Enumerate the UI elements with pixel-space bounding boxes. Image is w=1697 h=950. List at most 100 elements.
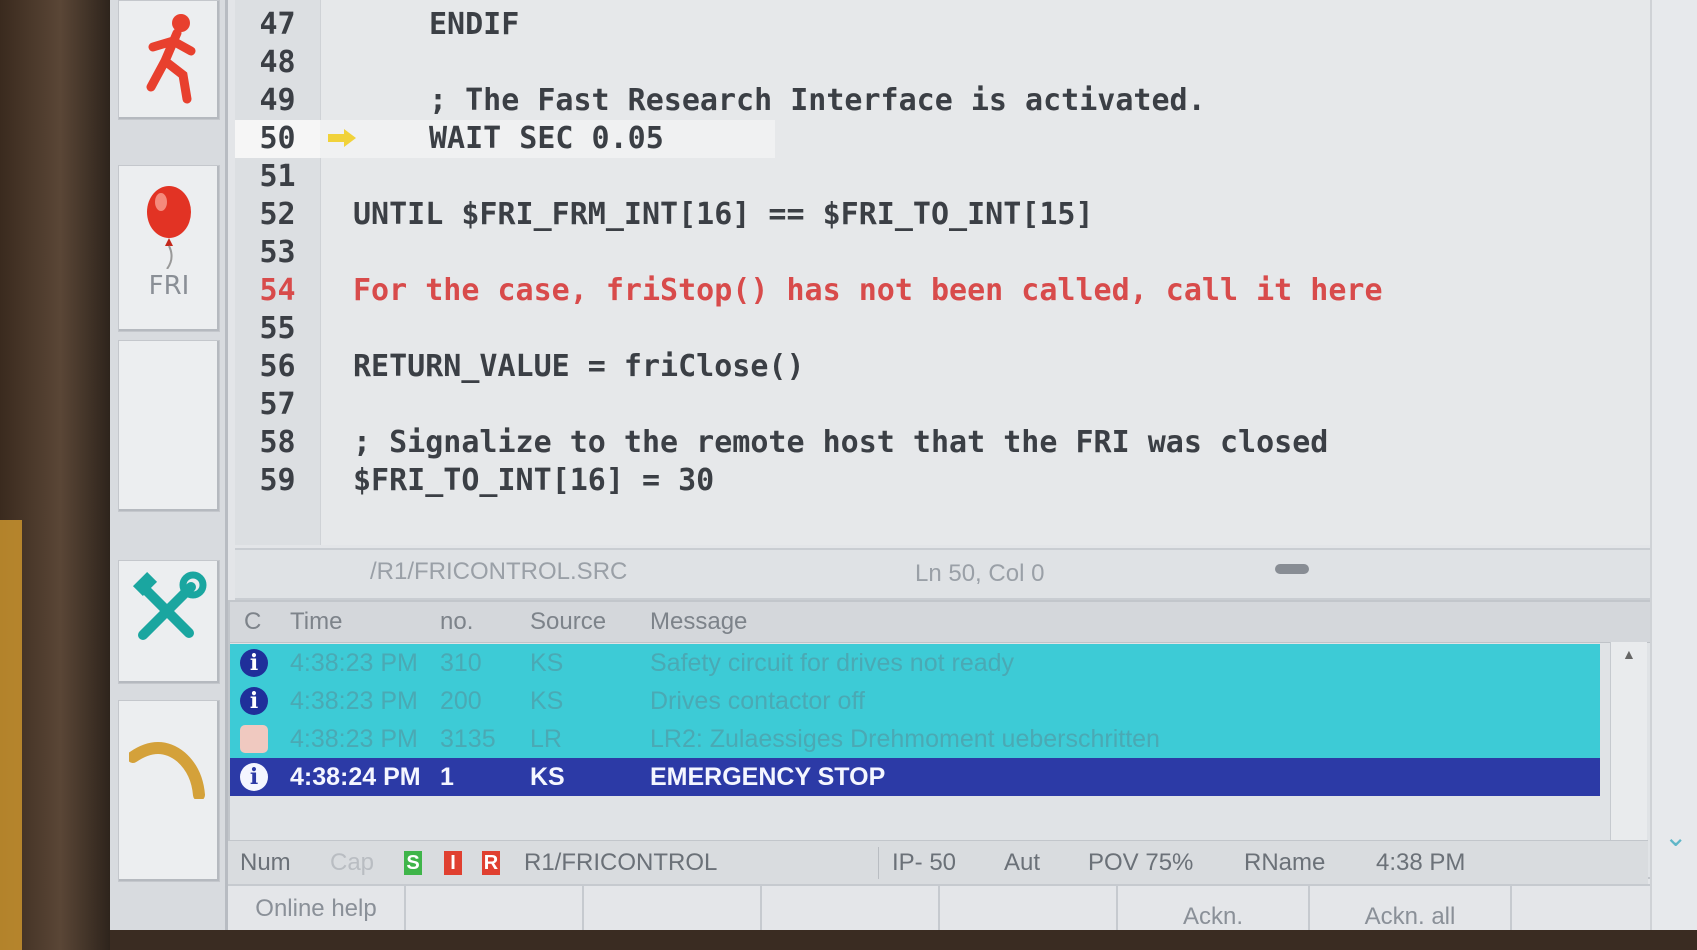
softkey-bar: Online help Ackn. Ackn. all	[228, 884, 1697, 930]
status-bar: Num Cap S I R R1/FRICONTROL IP- 50 Aut P…	[228, 840, 1648, 885]
program-editor[interactable]: 47 ENDIF 48 49 ; The Fast Research Interface…	[235, 0, 1681, 545]
message-time: 4:38:24 PM	[290, 763, 421, 791]
message-source: KS	[530, 649, 564, 677]
line-number: 56	[259, 349, 296, 384]
line-number: 59	[259, 463, 296, 498]
message-row[interactable]: i 4:38:24 PM 1 KS EMERGENCY STOP	[230, 758, 1600, 796]
chevron-down-icon[interactable]: ⌄	[1664, 820, 1687, 853]
separator	[878, 847, 879, 879]
message-source: KS	[530, 687, 564, 715]
message-time: 4:38:23 PM	[290, 649, 418, 677]
softkey-2[interactable]	[406, 886, 584, 930]
code-line[interactable]: 51	[235, 158, 1675, 196]
col-source: Source	[530, 608, 607, 635]
message-source: KS	[530, 763, 565, 791]
col-c: C	[244, 608, 262, 635]
softkey-4[interactable]	[762, 886, 940, 930]
line-number: 52	[259, 197, 296, 232]
override-indicator: POV 75%	[1088, 849, 1194, 876]
message-row[interactable]: i 4:38:23 PM 310 KS Safety circuit for drive…	[230, 644, 1600, 682]
code-line[interactable]: 58 ; Signalize to the remote host that th…	[235, 424, 1675, 462]
col-time: Time	[290, 608, 343, 635]
info-icon: i	[240, 649, 268, 677]
interpreter-position: IP- 50	[892, 849, 957, 876]
robot-path-icon	[129, 742, 205, 799]
current-line-arrow-icon	[328, 129, 356, 147]
operating-mode: Aut	[1004, 849, 1041, 876]
code-line[interactable]: 54 For the case, friStop() has not been c…	[235, 272, 1675, 310]
empty-tool-button[interactable]	[118, 340, 220, 512]
monitor-bezel-bottom	[110, 930, 1697, 950]
code-text: UNTIL $FRI_FRM_INT[16] == $FRI_TO_INT[15…	[353, 197, 1094, 232]
code-line[interactable]: 56 RETURN_VALUE = friClose()	[235, 348, 1675, 386]
fri-button[interactable]: FRI	[118, 165, 220, 332]
resize-grip-icon[interactable]	[1275, 564, 1309, 574]
message-row[interactable]: i 4:38:23 PM 200 KS Drives contactor off	[230, 682, 1600, 720]
background-light	[0, 520, 22, 950]
fri-label: FRI	[148, 271, 190, 301]
code-line[interactable]: 47 ENDIF	[235, 6, 1675, 44]
led-s[interactable]: S	[404, 851, 422, 875]
code-line[interactable]: 59 $FRI_TO_INT[16] = 30	[235, 462, 1675, 500]
tool-sidebar: FRI	[110, 0, 228, 930]
message-scrollbar[interactable]: ▲ ▼	[1610, 642, 1647, 872]
kuka-hmi-screen: FRI 47 ENDIF 48 49 ; The Fast Research Inter…	[110, 0, 1697, 930]
message-message: Drives contactor off	[650, 687, 865, 715]
softkey-3[interactable]	[584, 886, 762, 930]
cap-indicator: Cap	[330, 849, 375, 876]
robot-path-button[interactable]	[118, 700, 220, 882]
message-no: 1	[440, 763, 454, 791]
ackn-all-button[interactable]: Ackn. all	[1310, 886, 1512, 930]
led-i[interactable]: I	[444, 851, 462, 875]
message-message: EMERGENCY STOP	[650, 763, 886, 791]
message-message: LR2: Zulaessiges Drehmoment ueberschritt…	[650, 725, 1160, 753]
code-text: RETURN_VALUE = friClose()	[353, 349, 805, 384]
clock: 4:38 PM	[1376, 849, 1466, 876]
online-help-button[interactable]: Online help	[228, 886, 406, 930]
note-icon	[240, 725, 268, 753]
right-softkey-column: ⌄	[1650, 0, 1697, 930]
message-time: 4:38:23 PM	[290, 687, 418, 715]
code-line[interactable]: 49 ; The Fast Research Interface is activ…	[235, 82, 1675, 120]
led-r[interactable]: R	[482, 851, 500, 875]
message-message: Safety circuit for drives not ready	[650, 649, 1015, 677]
col-no: no.	[440, 608, 474, 635]
message-no: 200	[440, 687, 482, 715]
code-text: ; Signalize to the remote host that the …	[353, 425, 1329, 460]
code-line[interactable]: 52 UNTIL $FRI_FRM_INT[16] == $FRI_TO_INT[…	[235, 196, 1675, 234]
code-line[interactable]: 50 WAIT SEC 0.05	[235, 120, 775, 158]
balloon-icon	[147, 186, 191, 269]
col-message: Message	[650, 608, 748, 635]
line-number: 58	[259, 425, 296, 460]
message-table-header: C Time no. Source Message	[230, 602, 1650, 643]
configure-button[interactable]	[118, 560, 220, 684]
info-icon: i	[240, 763, 268, 791]
running-man-icon	[146, 14, 196, 104]
num-indicator: Num	[240, 849, 291, 876]
line-number: 57	[259, 387, 296, 422]
robot-name: RName	[1244, 849, 1326, 876]
scroll-up-icon[interactable]: ▲	[1622, 646, 1636, 662]
line-number: 53	[259, 235, 296, 270]
code-line[interactable]: 53	[235, 234, 1675, 272]
line-number: 55	[259, 311, 296, 346]
program-run-button[interactable]	[118, 0, 220, 120]
line-number: 48	[259, 45, 296, 80]
softkey-5[interactable]	[940, 886, 1118, 930]
line-number: 50	[235, 120, 320, 158]
cursor-position: Ln 50, Col 0	[915, 560, 1045, 587]
code-line[interactable]: 48	[235, 44, 1675, 82]
code-line[interactable]: 57	[235, 386, 1675, 424]
ackn-button[interactable]: Ackn.	[1118, 886, 1310, 930]
code-text: WAIT SEC 0.05	[429, 121, 664, 156]
line-number: 54	[259, 273, 296, 308]
message-row[interactable]: 4:38:23 PM 3135 LR LR2: Zulaessiges Drehmom…	[230, 720, 1600, 758]
message-source: LR	[530, 725, 562, 753]
tools-icon	[132, 571, 207, 640]
message-time: 4:38:23 PM	[290, 725, 418, 753]
line-number: 49	[259, 83, 296, 118]
program-name: R1/FRICONTROL	[524, 849, 718, 876]
code-line[interactable]: 55	[235, 310, 1675, 348]
code-text: ; The Fast Research Interface is activat…	[429, 83, 1206, 118]
line-number: 47	[259, 7, 296, 42]
